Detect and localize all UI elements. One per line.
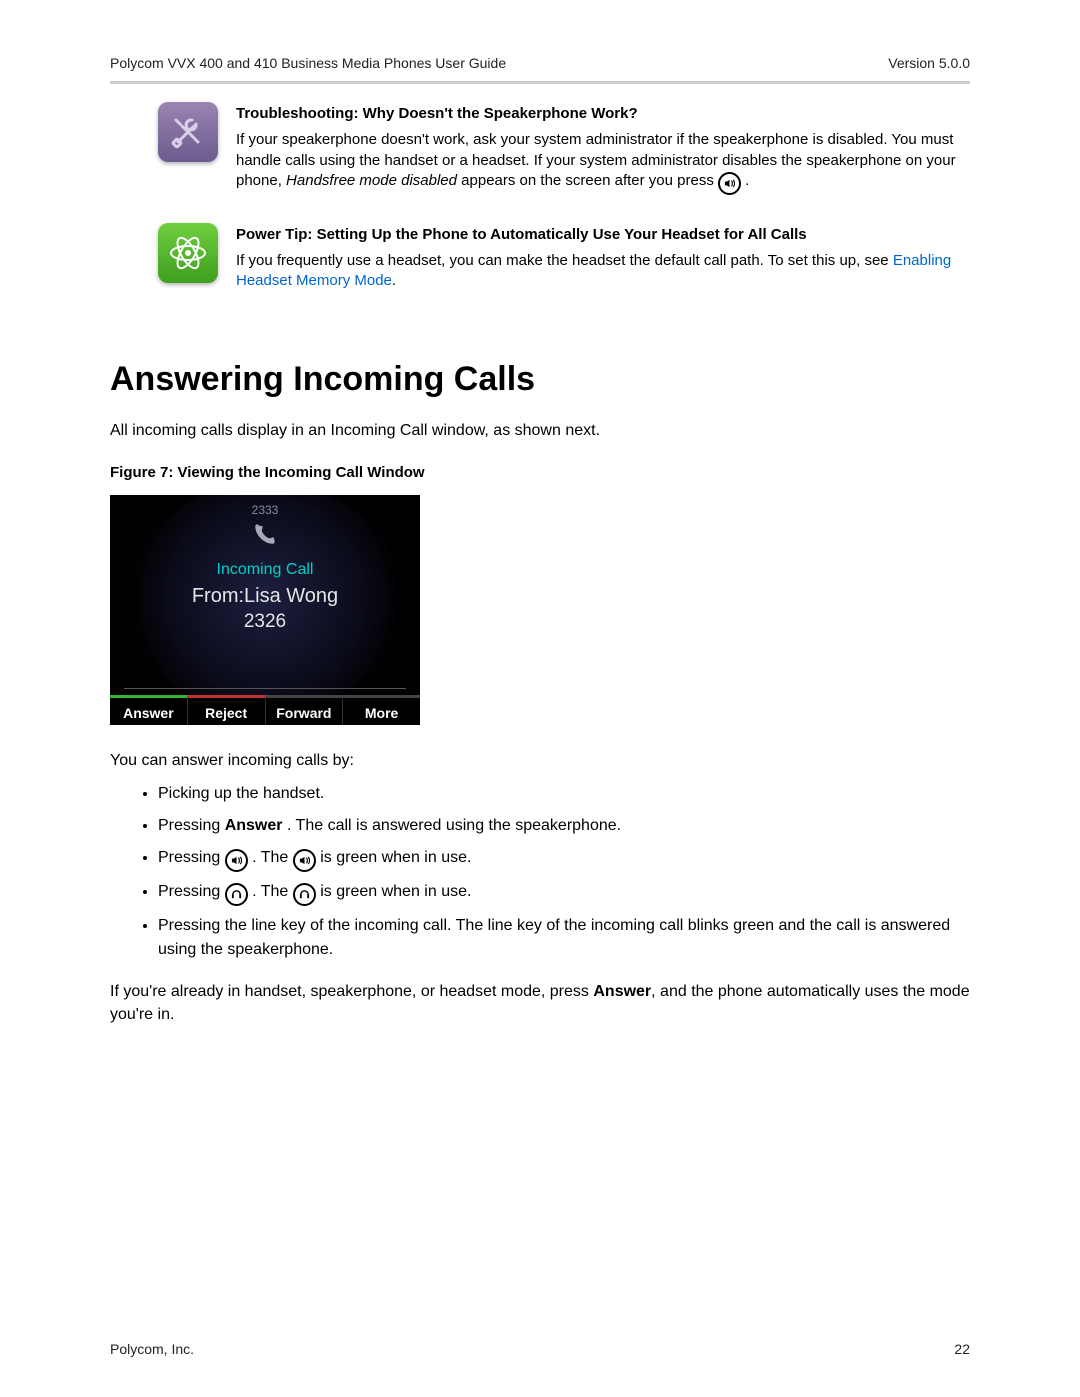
- bullet-text: Pressing: [158, 883, 225, 900]
- softkey-forward[interactable]: Forward: [266, 695, 344, 725]
- speakerphone-icon: [293, 849, 316, 872]
- headset-icon: [293, 883, 316, 906]
- troubleshooting-body: Troubleshooting: Why Doesn't the Speaker…: [236, 102, 970, 195]
- closing-a: If you're already in handset, speakerpho…: [110, 983, 593, 1000]
- after-figure-text: You can answer incoming calls by:: [110, 749, 970, 772]
- page-footer: Polycom, Inc. 22: [110, 1341, 970, 1357]
- phone-top-number: 2333: [252, 503, 279, 517]
- atom-icon: [158, 223, 218, 283]
- list-item: Picking up the handset.: [158, 782, 970, 806]
- power-tip-text: If you frequently use a headset, you can…: [236, 252, 893, 269]
- speakerphone-icon: [718, 172, 741, 195]
- version-label: Version 5.0.0: [888, 55, 970, 71]
- power-tip-body: Power Tip: Setting Up the Phone to Autom…: [236, 223, 970, 292]
- bullet-text: Pressing: [158, 817, 225, 834]
- power-tip-callout: Power Tip: Setting Up the Phone to Autom…: [110, 223, 970, 292]
- troubleshooting-title: Troubleshooting: Why Doesn't the Speaker…: [236, 104, 970, 124]
- section-heading: Answering Incoming Calls: [110, 360, 970, 399]
- troubleshooting-callout: Troubleshooting: Why Doesn't the Speaker…: [110, 102, 970, 195]
- list-item: Pressing the line key of the incoming ca…: [158, 914, 970, 962]
- bullet-text: . The call is answered using the speaker…: [287, 817, 621, 834]
- bullet-text: Pressing: [158, 849, 225, 866]
- doc-title: Polycom VVX 400 and 410 Business Media P…: [110, 55, 506, 71]
- handset-icon: [252, 521, 278, 552]
- bullet-text: is green when in use.: [320, 883, 471, 900]
- list-item: Pressing . The is green when in use.: [158, 880, 970, 906]
- power-tip-title: Power Tip: Setting Up the Phone to Autom…: [236, 225, 970, 245]
- speakerphone-icon: [225, 849, 248, 872]
- bullet-text: . The: [252, 883, 293, 900]
- troubleshooting-text-b: appears on the screen after you press: [461, 172, 718, 189]
- power-tip-text-after: .: [392, 272, 396, 289]
- page: Polycom VVX 400 and 410 Business Media P…: [0, 0, 1080, 1397]
- bullet-text: is green when in use.: [320, 849, 471, 866]
- tools-icon: [158, 102, 218, 162]
- softkey-reject[interactable]: Reject: [188, 695, 266, 725]
- footer-company: Polycom, Inc.: [110, 1341, 194, 1357]
- figure-caption: Figure 7: Viewing the Incoming Call Wind…: [110, 464, 970, 481]
- answer-bold: Answer: [225, 817, 283, 834]
- page-number: 22: [954, 1341, 970, 1357]
- troubleshooting-text-c: .: [745, 172, 749, 189]
- list-item: Pressing . The is green when in use.: [158, 846, 970, 872]
- page-header: Polycom VVX 400 and 410 Business Media P…: [110, 55, 970, 71]
- softkey-answer[interactable]: Answer: [110, 695, 188, 725]
- phone-screenshot: 2333 Incoming Call From:Lisa Wong 2326 A…: [110, 495, 420, 725]
- closing-text: If you're already in handset, speakerpho…: [110, 980, 970, 1026]
- from-line: From:Lisa Wong: [110, 585, 420, 608]
- answer-bold: Answer: [593, 983, 651, 1000]
- list-item: Pressing Answer . The call is answered u…: [158, 814, 970, 838]
- softkey-more[interactable]: More: [343, 695, 420, 725]
- header-divider: [110, 81, 970, 84]
- phone-divider: [124, 688, 406, 689]
- troubleshooting-italic: Handsfree mode disabled: [286, 172, 457, 189]
- bullet-list: Picking up the handset. Pressing Answer …: [110, 782, 970, 962]
- softkey-row: Answer Reject Forward More: [110, 695, 420, 725]
- incoming-call-label: Incoming Call: [110, 561, 420, 579]
- caller-number: 2326: [110, 611, 420, 633]
- intro-text: All incoming calls display in an Incomin…: [110, 419, 970, 442]
- headset-icon: [225, 883, 248, 906]
- bullet-text: . The: [252, 849, 293, 866]
